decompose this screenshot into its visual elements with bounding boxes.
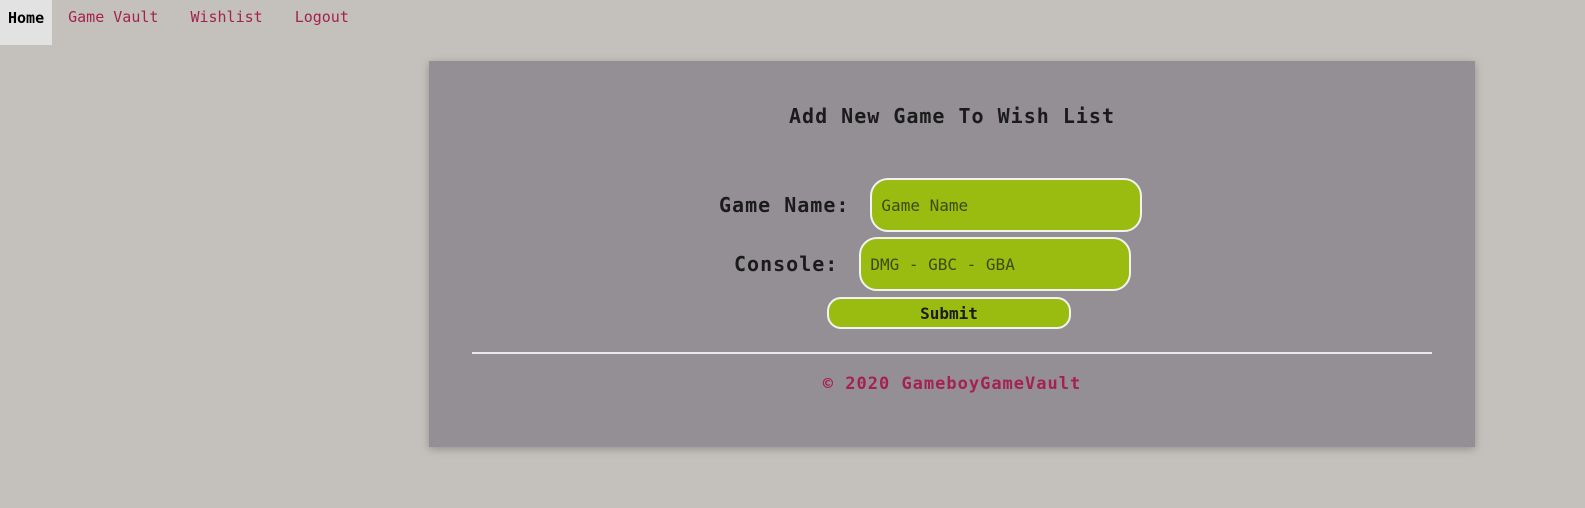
console-label: Console: xyxy=(734,252,839,276)
game-name-input[interactable] xyxy=(870,178,1143,232)
top-navigation: Home Game Vault Wishlist Logout xyxy=(0,0,365,45)
console-input[interactable] xyxy=(859,237,1132,291)
footer-copyright: © 2020 GameboyGameVault xyxy=(822,374,1082,394)
nav-logout[interactable]: Logout xyxy=(279,0,365,34)
game-name-row: Game Name: xyxy=(719,178,1143,232)
nav-wishlist[interactable]: Wishlist xyxy=(174,0,278,34)
wishlist-form-card: Add New Game To Wish List Game Name: Con… xyxy=(429,61,1475,447)
console-row: Console: xyxy=(734,237,1132,291)
submit-button[interactable]: Submit xyxy=(827,297,1071,329)
nav-game-vault[interactable]: Game Vault xyxy=(52,0,174,34)
divider xyxy=(472,352,1432,354)
form-title: Add New Game To Wish List xyxy=(788,104,1116,128)
game-name-label: Game Name: xyxy=(719,193,850,217)
nav-home[interactable]: Home xyxy=(0,0,53,45)
